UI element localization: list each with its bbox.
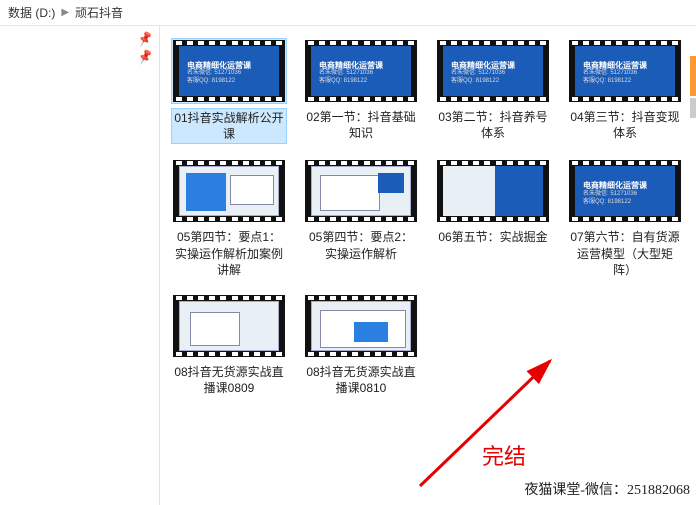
sidebar-tree[interactable]: 📌 📌: [0, 26, 160, 505]
file-label: 07第六节：自有货源运营模型（大型矩阵）: [567, 228, 683, 279]
video-thumbnail: 电商精细化运营课名朱微信: 51271036客服QQ: 8198122: [437, 40, 549, 102]
chevron-right-icon: ▶: [61, 7, 69, 18]
file-item[interactable]: 电商精细化运营课名朱微信: 51271036客服QQ: 8198122 07第六节…: [564, 158, 686, 279]
thumbnail-wrap: [303, 293, 419, 359]
pin-icons: 📌 📌: [138, 32, 153, 64]
video-thumbnail: 电商精细化运营课名朱微信: 51271036客服QQ: 8198122: [569, 160, 681, 222]
video-thumbnail: [305, 295, 417, 357]
video-thumbnail: [173, 295, 285, 357]
breadcrumb[interactable]: 数据 (D:) ▶ 顽石抖音: [0, 0, 696, 26]
thumbnail-wrap: 电商精细化运营课名朱微信: 51271036客服QQ: 8198122: [303, 38, 419, 104]
file-item[interactable]: 电商精细化运营课名朱微信: 51271036客服QQ: 8198122 04第三节…: [564, 38, 686, 144]
file-grid: 电商精细化运营课名朱微信: 51271036客服QQ: 8198122 01抖音实…: [168, 38, 688, 397]
video-thumbnail: 电商精细化运营课名朱微信: 51271036客服QQ: 8198122: [173, 40, 285, 102]
thumbnail-wrap: [303, 158, 419, 224]
video-thumbnail: 电商精细化运营课名朱微信: 51271036客服QQ: 8198122: [569, 40, 681, 102]
main-area: 📌 📌 电商精细化运营课名朱微信: 51271036客服QQ: 8198122 0…: [0, 26, 696, 505]
file-label: 02第一节：抖音基础知识: [303, 108, 419, 142]
file-label: 08抖音无货源实战直播课0810: [303, 363, 419, 397]
thumbnail-wrap: 电商精细化运营课名朱微信: 51271036客服QQ: 8198122: [567, 38, 683, 104]
file-item[interactable]: 电商精细化运营课名朱微信: 51271036客服QQ: 8198122 06第五节…: [432, 158, 554, 279]
thumbnail-wrap: 电商精细化运营课名朱微信: 51271036客服QQ: 8198122: [171, 38, 287, 104]
video-thumbnail: 电商精细化运营课名朱微信: 51271036客服QQ: 8198122: [437, 160, 549, 222]
thumbnail-wrap: 电商精细化运营课名朱微信: 51271036客服QQ: 8198122: [567, 158, 683, 224]
file-item[interactable]: 电商精细化运营课名朱微信: 51271036客服QQ: 8198122 01抖音实…: [168, 38, 290, 144]
right-edge-marker: [690, 56, 696, 96]
thumbnail-wrap: [171, 293, 287, 359]
file-label: 08抖音无货源实战直播课0809: [171, 363, 287, 397]
watermark: 夜猫课堂-微信：251882068: [524, 479, 690, 499]
video-thumbnail: [305, 160, 417, 222]
file-item[interactable]: 05第四节：要点1：实操运作解析加案例讲解: [168, 158, 290, 279]
file-label: 04第三节：抖音变现体系: [567, 108, 683, 142]
right-edge-marker: [690, 98, 696, 118]
video-thumbnail: [173, 160, 285, 222]
file-item[interactable]: 电商精细化运营课名朱微信: 51271036客服QQ: 8198122 02第一节…: [300, 38, 422, 144]
file-item[interactable]: 08抖音无货源实战直播课0810: [300, 293, 422, 397]
pin-icon[interactable]: 📌: [136, 48, 154, 65]
file-item[interactable]: 08抖音无货源实战直播课0809: [168, 293, 290, 397]
file-label: 05第四节：要点1：实操运作解析加案例讲解: [171, 228, 287, 279]
file-label: 01抖音实战解析公开课: [171, 108, 287, 144]
thumbnail-wrap: [171, 158, 287, 224]
video-thumbnail: 电商精细化运营课名朱微信: 51271036客服QQ: 8198122: [305, 40, 417, 102]
file-label: 06第五节：实战掘金: [435, 228, 551, 246]
breadcrumb-current[interactable]: 顽石抖音: [75, 4, 123, 21]
pin-icon[interactable]: 📌: [136, 30, 154, 47]
thumbnail-wrap: 电商精细化运营课名朱微信: 51271036客服QQ: 8198122: [435, 38, 551, 104]
file-label: 05第四节：要点2：实操运作解析: [303, 228, 419, 262]
breadcrumb-root[interactable]: 数据 (D:): [8, 4, 55, 21]
file-item[interactable]: 05第四节：要点2：实操运作解析: [300, 158, 422, 279]
file-label: 03第二节：抖音养号体系: [435, 108, 551, 142]
file-item[interactable]: 电商精细化运营课名朱微信: 51271036客服QQ: 8198122 03第二节…: [432, 38, 554, 144]
file-grid-area[interactable]: 电商精细化运营课名朱微信: 51271036客服QQ: 8198122 01抖音实…: [160, 26, 696, 505]
end-text: 完结: [482, 439, 526, 471]
thumbnail-wrap: 电商精细化运营课名朱微信: 51271036客服QQ: 8198122: [435, 158, 551, 224]
